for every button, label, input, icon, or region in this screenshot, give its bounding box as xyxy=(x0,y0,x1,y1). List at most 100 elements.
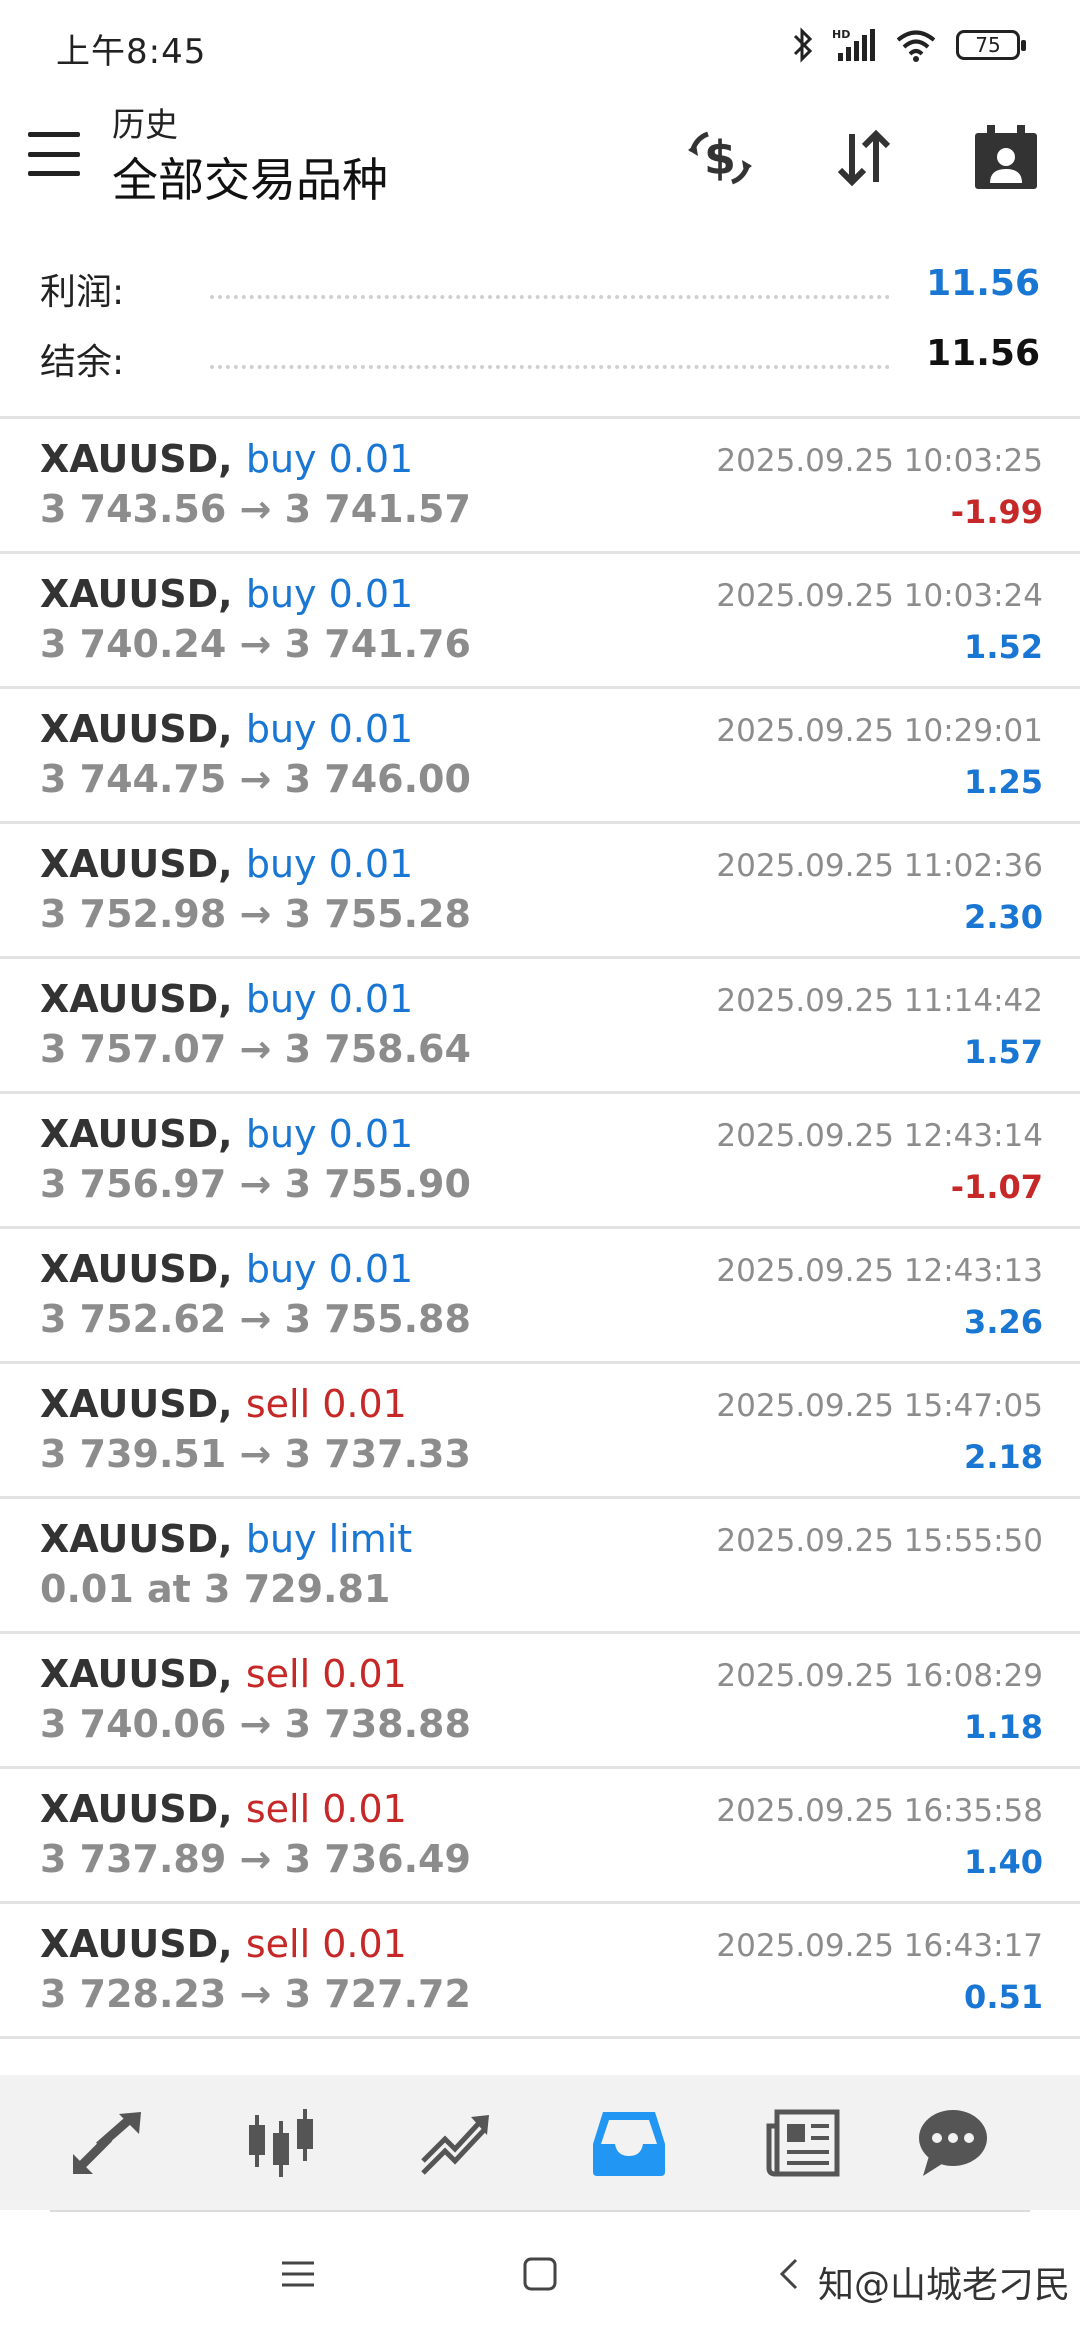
profit-dots xyxy=(210,295,890,299)
page-title[interactable]: 全部交易品种 xyxy=(112,144,388,210)
sort-button[interactable] xyxy=(824,118,904,198)
trade-prices: 3 757.07 → 3 758.64 xyxy=(40,1027,471,1071)
trade-symbol: XAUUSD, xyxy=(40,1382,233,1426)
trade-time: 2025.09.25 10:03:25 xyxy=(716,443,1043,479)
bluetooth-icon xyxy=(793,27,813,63)
trade-action: buy 0.01 xyxy=(245,1112,414,1156)
trade-symbol: XAUUSD, xyxy=(40,572,233,616)
nav-chart[interactable] xyxy=(236,2103,326,2183)
trade-prices: 3 743.56 → 3 741.57 xyxy=(40,487,471,531)
currency-exchange-icon: $ xyxy=(688,131,752,185)
trade-time: 2025.09.25 15:47:05 xyxy=(716,1388,1043,1424)
trade-action: buy 0.01 xyxy=(245,572,414,616)
trade-row[interactable]: XAUUSD, buy 0.01 3 752.98 → 3 755.28 202… xyxy=(0,824,1080,959)
trade-profit: 2.18 xyxy=(964,1438,1043,1476)
trade-action: buy limit xyxy=(245,1517,413,1561)
trade-profit: 2.30 xyxy=(964,898,1043,936)
svg-text:$: $ xyxy=(704,131,736,185)
trade-symbol: XAUUSD, xyxy=(40,1112,233,1156)
trade-row[interactable]: XAUUSD, sell 0.01 3 728.23 → 3 727.72 20… xyxy=(0,1904,1080,2039)
trade-prices: 3 756.97 → 3 755.90 xyxy=(40,1162,471,1206)
back-button[interactable] xyxy=(774,2256,804,2296)
trade-action: buy 0.01 xyxy=(245,707,414,751)
trade-symbol: XAUUSD, xyxy=(40,842,233,886)
trade-action: buy 0.01 xyxy=(245,842,414,886)
trade-prices: 3 740.06 → 3 738.88 xyxy=(40,1702,471,1746)
trade-action: sell 0.01 xyxy=(245,1652,407,1696)
trade-action: sell 0.01 xyxy=(245,1922,407,1966)
trade-action: sell 0.01 xyxy=(245,1787,407,1831)
trade-symbol: XAUUSD, xyxy=(40,1652,233,1696)
trade-time: 2025.09.25 16:35:58 xyxy=(716,1793,1043,1829)
signal-icon: HD xyxy=(832,28,875,61)
balance-label: 结余: xyxy=(40,342,125,383)
trade-row[interactable]: XAUUSD, buy 0.01 3 743.56 → 3 741.57 202… xyxy=(0,419,1080,554)
trade-time: 2025.09.25 16:08:29 xyxy=(716,1658,1043,1694)
nav-messages[interactable] xyxy=(908,2103,998,2183)
trade-row[interactable]: XAUUSD, sell 0.01 3 737.89 → 3 736.49 20… xyxy=(0,1769,1080,1904)
trade-symbol: XAUUSD, xyxy=(40,977,233,1021)
balance-value: 11.56 xyxy=(926,333,1040,374)
trade-symbol: XAUUSD, xyxy=(40,1247,233,1291)
trade-prices: 3 728.23 → 3 727.72 xyxy=(40,1972,471,2016)
watermark: 知@山城老刁民 xyxy=(817,2265,1070,2306)
app-header: 历史 全部交易品种 $ xyxy=(0,90,1080,230)
trade-row[interactable]: XAUUSD, buy 0.01 3 744.75 → 3 746.00 202… xyxy=(0,689,1080,824)
calendar-button[interactable] xyxy=(966,118,1046,198)
trade-symbol: XAUUSD, xyxy=(40,1517,233,1561)
currency-exchange-button[interactable]: $ xyxy=(680,118,760,198)
trade-time: 2025.09.25 11:14:42 xyxy=(716,983,1043,1019)
trade-profit: 1.18 xyxy=(964,1708,1043,1746)
trade-symbol: XAUUSD, xyxy=(40,1787,233,1831)
nav-news[interactable] xyxy=(758,2103,848,2183)
trade-list: XAUUSD, buy 0.01 3 743.56 → 3 741.57 202… xyxy=(0,419,1080,2039)
recents-icon xyxy=(282,2261,314,2287)
chart-icon xyxy=(249,2109,313,2177)
home-button[interactable] xyxy=(522,2256,558,2296)
trade-row[interactable]: XAUUSD, buy 0.01 3 752.62 → 3 755.88 202… xyxy=(0,1229,1080,1364)
nav-history[interactable] xyxy=(584,2103,674,2183)
trade-profit: 1.57 xyxy=(964,1033,1043,1071)
trade-row[interactable]: XAUUSD, buy 0.01 3 756.97 → 3 755.90 202… xyxy=(0,1094,1080,1229)
trade-action: buy 0.01 xyxy=(245,437,414,481)
balance-row: 结余: 11.56 xyxy=(40,333,1040,383)
trade-profit: 1.40 xyxy=(964,1843,1043,1881)
trade-time: 2025.09.25 12:43:14 xyxy=(716,1118,1043,1154)
trade-symbol: XAUUSD, xyxy=(40,437,233,481)
trade-action: buy 0.01 xyxy=(245,977,414,1021)
trade-prices: 3 740.24 → 3 741.76 xyxy=(40,622,471,666)
battery-level: 75 xyxy=(975,33,1001,57)
trade-time: 2025.09.25 16:43:17 xyxy=(716,1928,1043,1964)
trade-time: 2025.09.25 12:43:13 xyxy=(716,1253,1043,1289)
quotes-icon xyxy=(73,2112,141,2174)
trade-profit: -1.07 xyxy=(950,1168,1043,1206)
battery-icon: 75 xyxy=(956,30,1026,60)
trade-row[interactable]: XAUUSD, buy 0.01 3 740.24 → 3 741.76 202… xyxy=(0,554,1080,689)
menu-button[interactable] xyxy=(28,128,80,180)
summary-panel: 利润: 11.56 结余: 11.56 xyxy=(0,255,1080,415)
nav-trade[interactable] xyxy=(410,2103,500,2183)
profit-row: 利润: 11.56 xyxy=(40,263,1040,313)
trade-row[interactable]: XAUUSD, buy limit 0.01 at 3 729.81 2025.… xyxy=(0,1499,1080,1634)
back-icon xyxy=(779,2258,798,2290)
trade-symbol: XAUUSD, xyxy=(40,1922,233,1966)
trade-row[interactable]: XAUUSD, sell 0.01 3 739.51 → 3 737.33 20… xyxy=(0,1364,1080,1499)
svg-text:HD: HD xyxy=(832,28,850,41)
trade-profit: 1.52 xyxy=(964,628,1043,666)
balance-dots xyxy=(210,365,890,369)
bottom-nav xyxy=(0,2075,1080,2210)
calendar-icon xyxy=(975,125,1037,189)
trade-prices: 3 739.51 → 3 737.33 xyxy=(40,1432,471,1476)
system-nav-bar: 知@山城老刁民 xyxy=(0,2212,1080,2340)
nav-quotes[interactable] xyxy=(62,2103,152,2183)
trade-row[interactable]: XAUUSD, sell 0.01 3 740.06 → 3 738.88 20… xyxy=(0,1634,1080,1769)
profit-value: 11.56 xyxy=(926,263,1040,304)
trade-prices: 3 752.62 → 3 755.88 xyxy=(40,1297,471,1341)
messages-icon xyxy=(919,2110,987,2176)
recents-button[interactable] xyxy=(280,2256,316,2296)
trade-row[interactable]: XAUUSD, buy 0.01 3 757.07 → 3 758.64 202… xyxy=(0,959,1080,1094)
sort-icon xyxy=(837,129,891,187)
trade-prices: 0.01 at 3 729.81 xyxy=(40,1567,391,1611)
status-bar: 上午8:45 HD 75 xyxy=(0,0,1080,90)
history-icon xyxy=(593,2112,665,2176)
